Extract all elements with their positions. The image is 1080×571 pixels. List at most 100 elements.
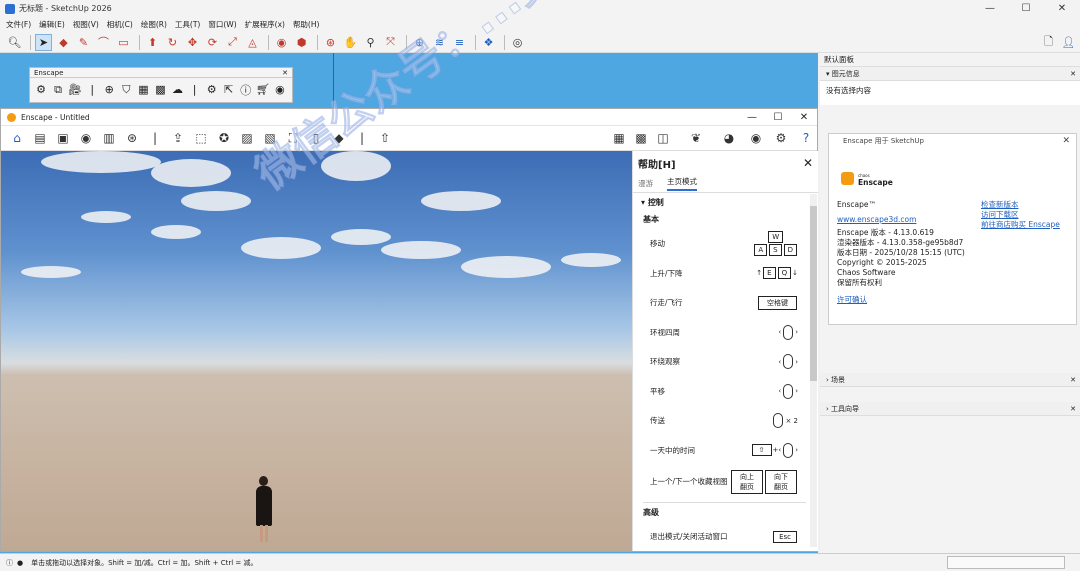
collapse-icon[interactable]: ▾	[641, 198, 645, 207]
add-icon[interactable]: ⊕	[101, 81, 117, 98]
export-icon[interactable]: ⇧	[375, 128, 395, 148]
measurements-box[interactable]	[947, 556, 1065, 569]
enscape-render-view[interactable]	[1, 151, 632, 551]
zoom-icon[interactable]: ⚲	[362, 34, 379, 51]
menu-tools[interactable]: 工具(T)	[175, 19, 200, 30]
menu-extensions[interactable]: 扩展程序(x)	[245, 19, 285, 30]
user-icon[interactable]: ●	[17, 559, 23, 567]
eraser-icon[interactable]: ◆	[55, 34, 72, 51]
info-icon[interactable]: ⓘ	[6, 558, 13, 568]
vr-headset-icon[interactable]: ◕	[719, 128, 739, 148]
menu-file[interactable]: 文件(F)	[6, 19, 31, 30]
license-link[interactable]: 许可确认	[837, 295, 867, 304]
paint-bucket-icon[interactable]: ⬢	[293, 34, 310, 51]
asset-library-icon[interactable]: ⛉	[118, 81, 134, 98]
menu-window[interactable]: 窗口(W)	[208, 19, 236, 30]
capture-icon[interactable]: ⬚	[191, 128, 211, 148]
maximize-button[interactable]: ☐	[765, 109, 791, 126]
pencil-icon[interactable]: ✎	[75, 34, 92, 51]
store-link[interactable]: 前往商店购买 Enscape	[981, 220, 1060, 229]
menu-edit[interactable]: 编辑(E)	[39, 19, 65, 30]
arc-icon[interactable]: ⌒	[95, 34, 112, 51]
menu-view[interactable]: 视图(V)	[73, 19, 99, 30]
check-updates-link[interactable]: 检查新版本	[981, 200, 1019, 209]
close-icon[interactable]: ✕	[1070, 67, 1076, 81]
help-scrollbar[interactable]	[810, 194, 817, 547]
rotate-icon[interactable]: ⟳	[204, 34, 221, 51]
pan-icon[interactable]: ✋	[342, 34, 359, 51]
menu-camera[interactable]: 相机(C)	[107, 19, 133, 30]
views-icon[interactable]: ▤	[30, 128, 50, 148]
key-w: W	[768, 231, 784, 244]
home-icon[interactable]: ⌂	[7, 128, 27, 148]
cube-icon[interactable]: ◫	[653, 128, 673, 148]
tab-walk[interactable]: 漫游	[638, 178, 653, 189]
account-icon[interactable]: ◉	[272, 81, 288, 98]
material-icon[interactable]: ▦	[135, 81, 151, 98]
building-icon[interactable]: ▥	[99, 128, 119, 148]
trimble-connect-icon[interactable]: ❖	[480, 34, 497, 51]
globe-icon[interactable]: ⊛	[122, 128, 142, 148]
help-row-look: 环视四周 ‹ ›	[633, 318, 818, 348]
select-tool-icon[interactable]: ➤	[35, 33, 52, 51]
entity-info-header[interactable]: ▾ 图元信息 ✕	[820, 67, 1080, 81]
new-file-icon[interactable]: 🗋	[1040, 34, 1057, 51]
extension-warehouse-icon[interactable]: ≋	[431, 34, 448, 51]
camera-icon[interactable]: ▣	[53, 128, 73, 148]
download-area-link[interactable]: 访问下载区	[981, 210, 1019, 219]
file-icon[interactable]: ▯	[306, 128, 326, 148]
minimize-button[interactable]: —	[739, 109, 765, 126]
scenes-header[interactable]: › 场景 ✕	[820, 373, 1080, 387]
settings-icon[interactable]: ⚙	[771, 128, 791, 148]
orbit-icon[interactable]: ⊛	[322, 34, 339, 51]
follow-me-icon[interactable]: ↻	[164, 34, 181, 51]
export-icon[interactable]: ⇱	[221, 81, 237, 98]
offset-icon[interactable]: ◬	[244, 34, 261, 51]
cart-icon[interactable]: 🛒︎	[255, 81, 271, 98]
cloud-icon[interactable]: ☁	[170, 81, 186, 98]
layout-icon[interactable]: ≡	[451, 34, 468, 51]
search-icon[interactable]: 🔍︎	[6, 34, 23, 51]
eye-icon[interactable]: ◉	[76, 128, 96, 148]
zoom-extents-icon[interactable]: ⤧	[382, 34, 399, 51]
checker-icon[interactable]: ▩	[152, 81, 168, 98]
rectangle-icon[interactable]: ▭	[115, 34, 132, 51]
batch-icon[interactable]: ▧	[260, 128, 280, 148]
close-icon[interactable]: ✕	[1062, 134, 1070, 148]
account-icon[interactable]: ◎	[509, 34, 526, 51]
visibility-icon[interactable]: ◉	[746, 128, 766, 148]
vr-icon[interactable]: ⛶	[283, 128, 303, 148]
settings-icon[interactable]: ⚙	[204, 81, 220, 98]
map-icon[interactable]: ▦	[609, 128, 629, 148]
sync-views-icon[interactable]: ⧉	[50, 81, 66, 98]
minimize-button[interactable]: —	[972, 0, 1008, 17]
image-icon[interactable]: ▨	[237, 128, 257, 148]
move-icon[interactable]: ✥	[184, 34, 201, 51]
close-icon[interactable]: ✕	[1070, 373, 1076, 387]
maximize-button[interactable]: ☐	[1008, 0, 1044, 17]
website-link[interactable]: www.enscape3d.com	[837, 215, 916, 224]
close-icon[interactable]: ✕	[282, 68, 288, 77]
instructor-header[interactable]: › 工具向导 ✕	[820, 402, 1080, 416]
push-pull-icon[interactable]: ⬆	[144, 34, 161, 51]
tape-measure-icon[interactable]: ◉	[273, 34, 290, 51]
video-icon[interactable]: 🎥︎	[67, 81, 83, 98]
close-button[interactable]: ✕	[1044, 0, 1080, 17]
close-button[interactable]: ✕	[791, 109, 817, 126]
photo-icon[interactable]: ▩	[631, 128, 651, 148]
close-icon[interactable]: ✕	[1070, 402, 1076, 416]
warehouse-icon[interactable]: ⊕	[411, 34, 428, 51]
help-icon[interactable]: ?	[796, 128, 816, 148]
info-icon[interactable]: ⓘ	[238, 81, 254, 98]
scale-icon[interactable]: ⤢	[224, 34, 241, 51]
users-icon[interactable]: 👤︎	[1060, 34, 1077, 51]
menu-draw[interactable]: 绘图(R)	[141, 19, 167, 30]
close-icon[interactable]: ✕	[803, 156, 813, 170]
upload-icon[interactable]: ⇪	[168, 128, 188, 148]
menu-help[interactable]: 帮助(H)	[293, 19, 320, 30]
tab-home-mode[interactable]: 主页模式	[667, 176, 697, 191]
panorama-icon[interactable]: ✪	[214, 128, 234, 148]
leaf-icon[interactable]: ❦	[686, 128, 706, 148]
start-enscape-icon[interactable]: ⚙	[33, 81, 49, 98]
atmosphere-icon[interactable]: ◆	[329, 128, 349, 148]
